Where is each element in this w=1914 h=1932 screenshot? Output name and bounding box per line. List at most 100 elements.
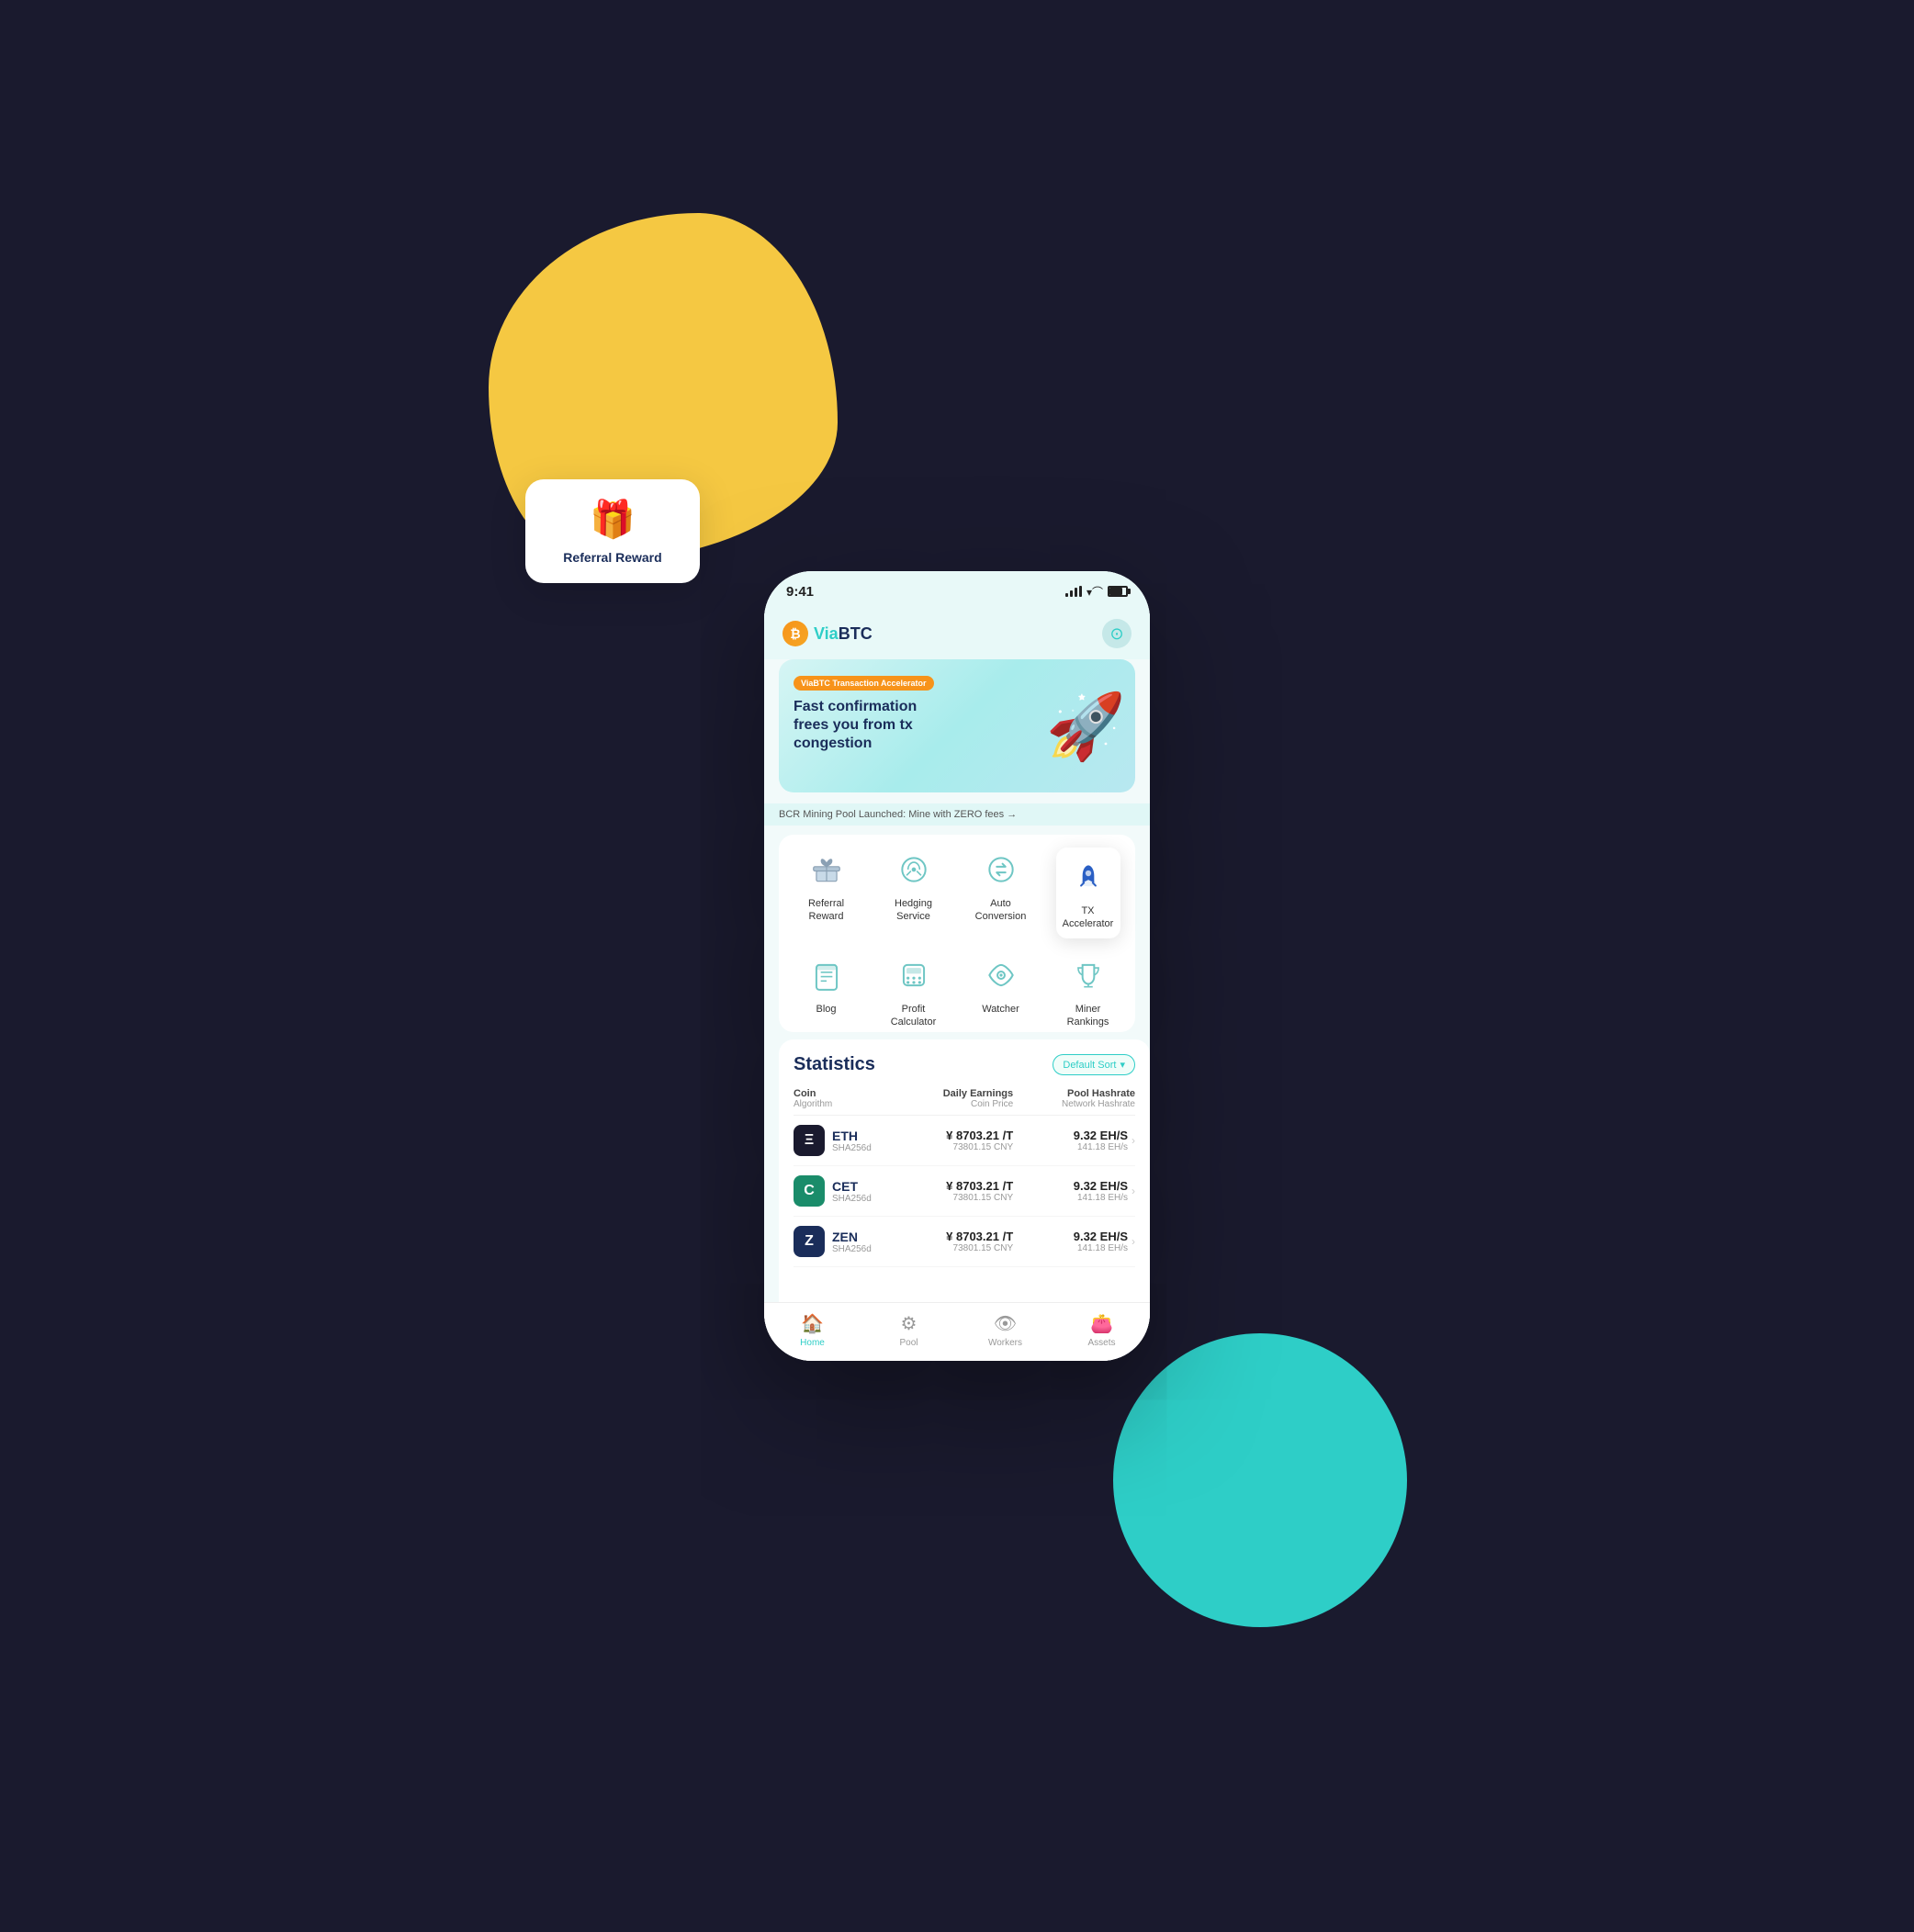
app-header: ₿ ViaBTC ⊙: [764, 612, 1150, 659]
earnings-sub: 73801.15 CNY: [891, 1193, 1013, 1203]
conversion-icon: [979, 848, 1023, 892]
banner-tag: ViaBTC Transaction Accelerator: [794, 676, 934, 691]
coin-earnings: ¥ 8703.21 /T 73801.15 CNY: [891, 1179, 1013, 1203]
auto-conversion-label: AutoConversion: [975, 897, 1027, 924]
table-row[interactable]: Ξ ETH SHA256d ¥ 8703.21 /T 73801.15 CNY …: [794, 1116, 1135, 1166]
coin-name: CET: [832, 1179, 872, 1194]
eye-icon: [979, 953, 1023, 997]
services-row-2: Blog: [782, 953, 1132, 1029]
col-coin-header: Coin Algorithm: [794, 1088, 891, 1109]
coin-hashrate: 9.32 EH/S 141.18 EH/s ›: [1013, 1230, 1135, 1253]
hedging-label: HedgingService: [895, 897, 932, 924]
services-row-1: ReferralReward: [782, 848, 1132, 938]
marquee-text: BCR Mining Pool Launched: Mine with ZERO…: [779, 809, 1017, 820]
coin-rows-container: Ξ ETH SHA256d ¥ 8703.21 /T 73801.15 CNY …: [794, 1116, 1135, 1267]
tx-accelerator-label: TXAccelerator: [1063, 904, 1114, 931]
coin-hashrate: 9.32 EH/S 141.18 EH/s ›: [1013, 1179, 1135, 1203]
promo-banner[interactable]: ViaBTC Transaction Accelerator Fast conf…: [779, 659, 1135, 792]
coin-algo: SHA256d: [832, 1143, 872, 1153]
signal-bars-icon: [1065, 586, 1082, 597]
bottom-nav: 🏠 Home ⚙ Pool 👁 Workers 👛 Assets: [764, 1302, 1150, 1361]
avatar-icon: ⊙: [1109, 624, 1123, 644]
row-chevron-icon: ›: [1132, 1134, 1135, 1147]
assets-icon: 👛: [1090, 1312, 1113, 1335]
table-header: Coin Algorithm Daily Earnings Coin Price…: [794, 1084, 1135, 1116]
sidebar-item-referral[interactable]: ReferralReward: [794, 848, 859, 938]
blog-label: Blog: [816, 1003, 836, 1016]
coin-name: ZEN: [832, 1230, 872, 1244]
hashrate-sub: 141.18 EH/s: [1074, 1193, 1128, 1203]
app-scene: 9:41 ▾⌒ ₿ ViaB: [544, 140, 1370, 1792]
sidebar-item-tx-accelerator[interactable]: TXAccelerator: [1056, 848, 1120, 938]
coin-info: Z ZEN SHA256d: [794, 1226, 891, 1257]
referral-label: ReferralReward: [808, 897, 844, 924]
chevron-down-icon: ▾: [1120, 1059, 1125, 1071]
stats-title: Statistics: [794, 1054, 875, 1075]
trophy-icon: [1066, 953, 1110, 997]
coin-logo: Z: [794, 1226, 825, 1257]
referral-card-label: Referral Reward: [563, 550, 661, 565]
coin-name: ETH: [832, 1129, 872, 1143]
gift-icon: [805, 848, 849, 892]
pool-icon: ⚙: [901, 1312, 918, 1335]
coin-logo: C: [794, 1175, 825, 1207]
hashrate-main: 9.32 EH/S: [1074, 1179, 1128, 1193]
hashrate-main: 9.32 EH/S: [1074, 1230, 1128, 1243]
coin-logo: Ξ: [794, 1125, 825, 1156]
hashrate-sub: 141.18 EH/s: [1074, 1142, 1128, 1152]
earnings-main: ¥ 8703.21 /T: [891, 1179, 1013, 1193]
table-row[interactable]: C CET SHA256d ¥ 8703.21 /T 73801.15 CNY …: [794, 1166, 1135, 1217]
avatar-button[interactable]: ⊙: [1102, 619, 1132, 648]
profit-calculator-label: ProfitCalculator: [891, 1003, 937, 1029]
home-icon: 🏠: [801, 1312, 824, 1335]
nav-item-workers[interactable]: 👁 Workers: [957, 1309, 1053, 1352]
nav-item-assets[interactable]: 👛 Assets: [1053, 1309, 1150, 1352]
sort-button[interactable]: Default Sort ▾: [1053, 1054, 1135, 1075]
col-hashrate-header: Pool Hashrate Network Hashrate: [1013, 1088, 1135, 1109]
statistics-section: Statistics Default Sort ▾ Coin Algorithm…: [779, 1039, 1150, 1302]
stats-header: Statistics Default Sort ▾: [794, 1054, 1135, 1075]
sidebar-item-auto-conversion[interactable]: AutoConversion: [969, 848, 1033, 938]
col-earnings-header: Daily Earnings Coin Price: [891, 1088, 1013, 1109]
nav-item-pool[interactable]: ⚙ Pool: [861, 1309, 957, 1352]
status-time: 9:41: [786, 584, 814, 600]
sidebar-item-watcher[interactable]: Watcher: [969, 953, 1033, 1029]
sidebar-item-blog[interactable]: Blog: [794, 953, 859, 1029]
nav-item-home[interactable]: 🏠 Home: [764, 1309, 861, 1352]
sidebar-item-hedging[interactable]: HedgingService: [882, 848, 946, 938]
earnings-main: ¥ 8703.21 /T: [891, 1230, 1013, 1243]
assets-label: Assets: [1087, 1338, 1115, 1348]
row-chevron-icon: ›: [1132, 1185, 1135, 1197]
banner-title: Fast confirmation frees you from tx cong…: [794, 698, 940, 753]
earnings-main: ¥ 8703.21 /T: [891, 1129, 1013, 1142]
coin-earnings: ¥ 8703.21 /T 73801.15 CNY: [891, 1129, 1013, 1152]
coin-info: Ξ ETH SHA256d: [794, 1125, 891, 1156]
logo-btc: BTC: [839, 624, 873, 643]
phone-shell: 9:41 ▾⌒ ₿ ViaB: [764, 571, 1150, 1361]
sidebar-item-profit-calculator[interactable]: ProfitCalculator: [882, 953, 946, 1029]
coin-earnings: ¥ 8703.21 /T 73801.15 CNY: [891, 1230, 1013, 1253]
logo-via: Via: [814, 624, 839, 643]
calculator-icon: [892, 953, 936, 997]
row-chevron-icon: ›: [1132, 1235, 1135, 1248]
sort-label: Default Sort: [1063, 1060, 1116, 1071]
sidebar-item-miner-rankings[interactable]: MinerRankings: [1056, 953, 1120, 1029]
watcher-label: Watcher: [982, 1003, 1019, 1016]
coin-algo: SHA256d: [832, 1194, 872, 1204]
referral-gift-icon: 🎁: [590, 498, 636, 541]
pool-label: Pool: [899, 1338, 918, 1348]
rocket-emoji-icon: 🚀: [1046, 694, 1126, 758]
workers-label: Workers: [988, 1338, 1022, 1348]
bitcoin-logo-icon: ₿: [782, 621, 808, 646]
earnings-sub: 73801.15 CNY: [891, 1243, 1013, 1253]
workers-icon: 👁: [994, 1312, 1017, 1335]
tx-accelerator-icon: [1066, 855, 1110, 899]
table-row[interactable]: Z ZEN SHA256d ¥ 8703.21 /T 73801.15 CNY …: [794, 1217, 1135, 1267]
status-bar: 9:41 ▾⌒: [764, 571, 1150, 612]
hashrate-sub: 141.18 EH/s: [1074, 1243, 1128, 1253]
coin-info: C CET SHA256d: [794, 1175, 891, 1207]
blog-icon: [805, 953, 849, 997]
coin-hashrate: 9.32 EH/S 141.18 EH/s ›: [1013, 1129, 1135, 1152]
referral-float-card[interactable]: 🎁 Referral Reward: [525, 479, 700, 583]
marquee-bar: BCR Mining Pool Launched: Mine with ZERO…: [764, 803, 1150, 826]
